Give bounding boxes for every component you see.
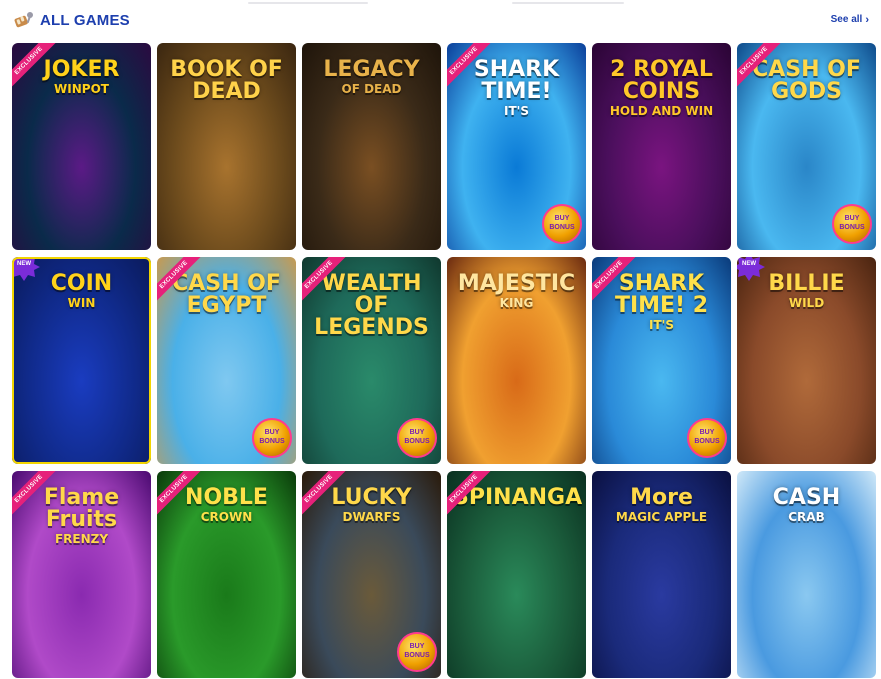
- game-logo: LEGACY OF DEAD: [302, 57, 441, 96]
- game-tile-flame[interactable]: Flame Fruits FRENZY EXCLUSIVE: [12, 471, 151, 678]
- game-title: 2 ROYAL COINS: [610, 57, 713, 104]
- buy-bonus-label: BUY: [264, 429, 280, 436]
- new-badge-label: NEW: [742, 261, 756, 267]
- game-title: JOKER: [43, 57, 120, 82]
- section-header: ALL GAMES See all ›: [0, 0, 881, 42]
- game-tile-spinanga[interactable]: SPINANGA EXCLUSIVE: [447, 471, 586, 678]
- game-title: SPINANGA: [453, 485, 583, 510]
- game-tile-magic[interactable]: More MAGIC APPLE: [592, 471, 731, 678]
- new-badge: NEW: [12, 257, 40, 281]
- game-title: LUCKY: [331, 485, 412, 510]
- game-tile-coinwin[interactable]: COIN WIN NEW: [12, 257, 151, 464]
- game-logo: BOOK OF DEAD: [157, 59, 296, 103]
- buy-bonus-label: BUY: [699, 429, 715, 436]
- new-badge-label: NEW: [17, 261, 31, 267]
- game-subtitle: DWARFS: [342, 510, 401, 524]
- game-title: CASH OF EGYPT: [172, 271, 281, 318]
- game-tile-majestic[interactable]: MAJESTIC KING: [447, 257, 586, 464]
- game-tile-shark[interactable]: SHARK TIME! IT'S EXCLUSIVE BUY BONUS: [447, 43, 586, 250]
- buy-bonus-badge: BUY BONUS: [397, 418, 437, 458]
- game-subtitle: FRENZY: [54, 532, 109, 546]
- games-grid: JOKER WINPOT EXCLUSIVE BOOK OF DEAD LEGACY OF…: [12, 43, 876, 678]
- see-all-link[interactable]: See all ›: [831, 14, 869, 25]
- game-title: Flame Fruits: [43, 485, 120, 532]
- game-subtitle: WILD: [788, 296, 825, 310]
- game-subtitle: CROWN: [200, 510, 253, 524]
- game-logo: Flame Fruits FRENZY: [12, 485, 151, 546]
- game-title: More: [630, 485, 693, 510]
- game-title: WEALTH OF LEGENDS: [314, 271, 429, 340]
- chevron-right-icon: ›: [865, 13, 869, 26]
- game-title: SHARK TIME! 2: [614, 271, 709, 318]
- buy-bonus-label: BUY: [409, 643, 425, 650]
- game-tile-shark2[interactable]: SHARK TIME! 2 IT'S EXCLUSIVE BUY BONUS: [592, 257, 731, 464]
- game-tile-noble[interactable]: NOBLE CROWN EXCLUSIVE: [157, 471, 296, 678]
- game-tile-wealth[interactable]: WEALTH OF LEGENDS EXCLUSIVE BUY BONUS: [302, 257, 441, 464]
- buy-bonus-label: BONUS: [259, 438, 285, 445]
- game-tile-billie[interactable]: BILLIE WILD NEW: [737, 257, 876, 464]
- buy-bonus-label: BUY: [409, 429, 425, 436]
- game-logo: More MAGIC APPLE: [592, 485, 731, 524]
- game-tile-royal[interactable]: 2 ROYAL COINS HOLD AND WIN: [592, 43, 731, 250]
- game-title: LEGACY: [323, 57, 420, 82]
- buy-bonus-badge: BUY BONUS: [687, 418, 727, 458]
- buy-bonus-badge: BUY BONUS: [832, 204, 872, 244]
- game-title: CASH: [772, 485, 841, 510]
- game-tile-gods[interactable]: CASH OF GODS EXCLUSIVE BUY BONUS: [737, 43, 876, 250]
- buy-bonus-label: BUY: [844, 215, 860, 222]
- buy-bonus-label: BONUS: [839, 224, 865, 231]
- game-tile-joker[interactable]: JOKER WINPOT EXCLUSIVE: [12, 43, 151, 250]
- game-subtitle: KING: [499, 296, 534, 310]
- buy-bonus-label: BONUS: [694, 438, 720, 445]
- game-tile-book[interactable]: BOOK OF DEAD: [157, 43, 296, 250]
- game-logo: SHARK TIME! IT'S: [447, 57, 586, 118]
- game-logo: 2 ROYAL COINS HOLD AND WIN: [592, 57, 731, 118]
- game-title: NOBLE: [185, 485, 268, 510]
- buy-bonus-label: BUY: [554, 215, 570, 222]
- see-all-label: See all: [830, 14, 863, 25]
- buy-bonus-label: BONUS: [404, 652, 430, 659]
- game-logo: CASH CRAB: [737, 485, 876, 524]
- page-title: ALL GAMES: [40, 12, 130, 29]
- game-subtitle: HOLD AND WIN: [609, 104, 714, 118]
- game-tile-legacy[interactable]: LEGACY OF DEAD: [302, 43, 441, 250]
- game-logo: MAJESTIC KING: [447, 271, 586, 310]
- game-tile-dwarfs[interactable]: LUCKY DWARFS EXCLUSIVE BUY BONUS: [302, 471, 441, 678]
- games-reel-icon: [14, 12, 33, 28]
- game-subtitle: CRAB: [788, 510, 825, 524]
- game-subtitle: IT'S: [649, 318, 674, 332]
- new-badge: NEW: [737, 257, 765, 281]
- game-tile-crab[interactable]: CASH CRAB: [737, 471, 876, 678]
- buy-bonus-badge: BUY BONUS: [542, 204, 582, 244]
- game-subtitle: WIN: [67, 296, 96, 310]
- game-logo: WEALTH OF LEGENDS: [302, 273, 441, 339]
- game-subtitle: OF DEAD: [341, 82, 402, 96]
- game-title: SHARK TIME!: [473, 57, 560, 104]
- game-title: MAJESTIC: [457, 271, 576, 296]
- buy-bonus-label: BONUS: [549, 224, 575, 231]
- buy-bonus-badge: BUY BONUS: [397, 632, 437, 672]
- game-subtitle: IT'S: [504, 104, 529, 118]
- game-title: CASH OF GODS: [752, 57, 861, 104]
- game-logo: SHARK TIME! 2 IT'S: [592, 271, 731, 332]
- buy-bonus-badge: BUY BONUS: [252, 418, 292, 458]
- game-subtitle: WINPOT: [54, 82, 109, 96]
- game-subtitle: MAGIC APPLE: [615, 510, 708, 524]
- game-title: BOOK OF DEAD: [170, 57, 283, 104]
- game-tile-egypt[interactable]: CASH OF EGYPT EXCLUSIVE BUY BONUS: [157, 257, 296, 464]
- buy-bonus-label: BONUS: [404, 438, 430, 445]
